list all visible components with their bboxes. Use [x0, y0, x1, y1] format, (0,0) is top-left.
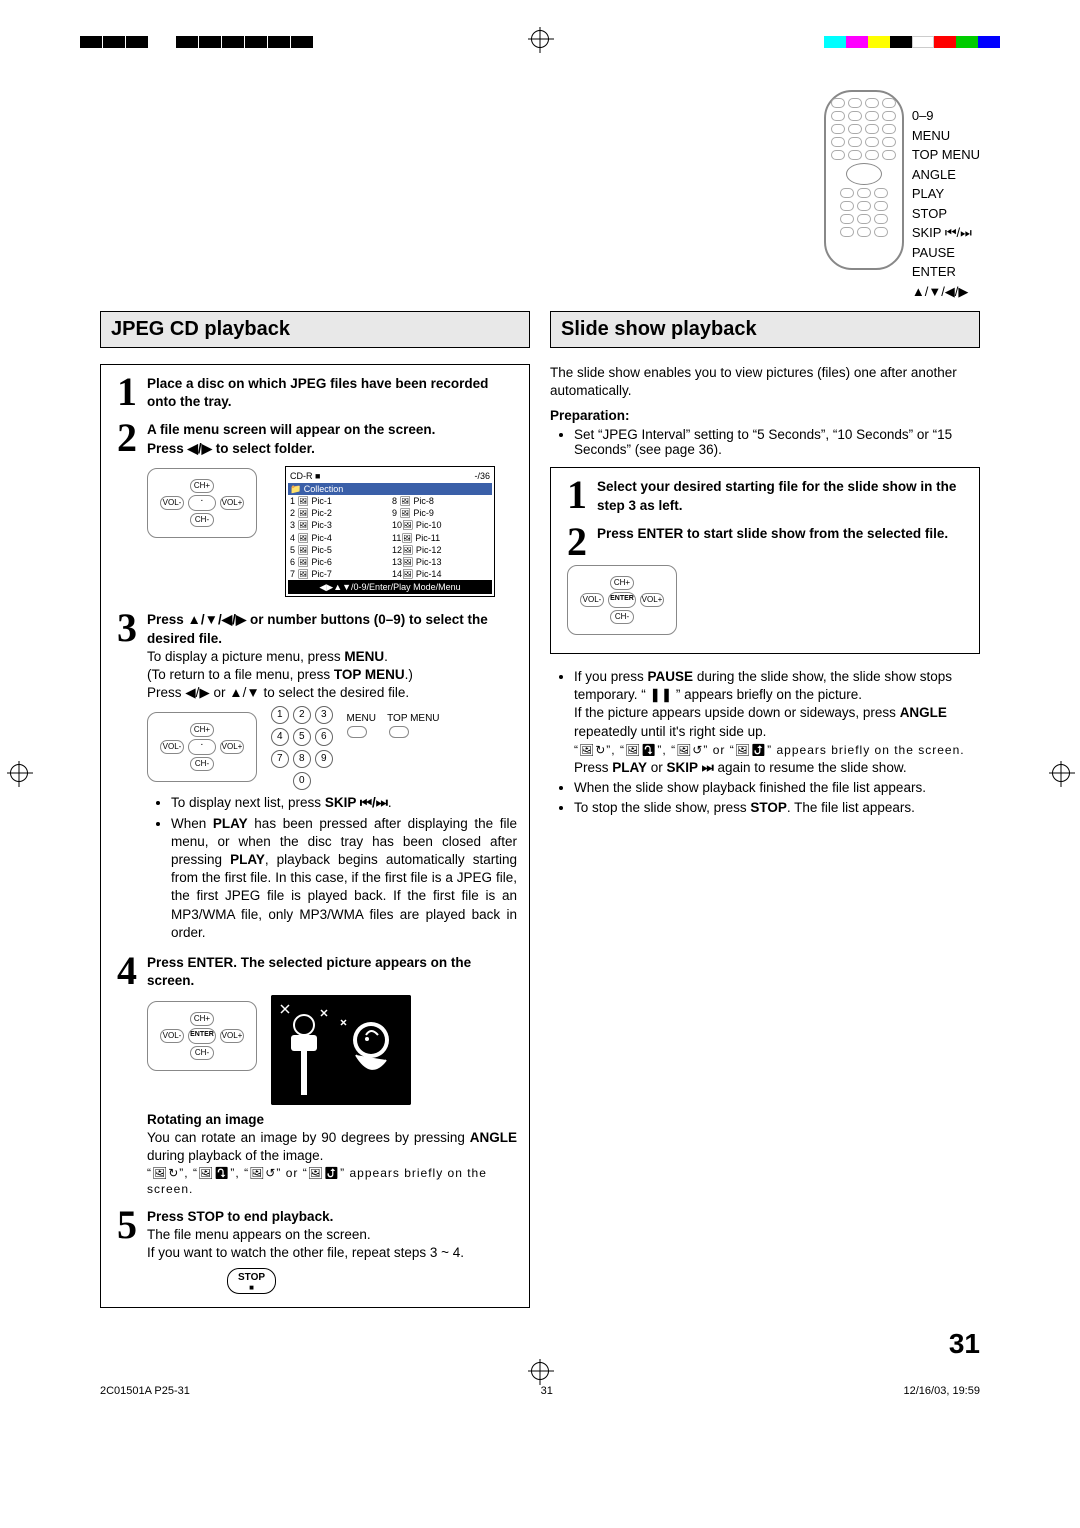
- step1-text: Place a disc on which JPEG files have be…: [147, 375, 517, 411]
- remote-label: TOP MENU: [912, 145, 980, 165]
- rotating-icons: “🖼↻”, “🖼⤵”, “🖼↺” or “🖼⤴” appears briefly…: [147, 1165, 517, 1197]
- preparation-body: Set “JPEG Interval” setting to “5 Second…: [574, 427, 980, 457]
- fm-header-left: CD-R ■: [290, 470, 320, 482]
- fm-footer: ◀▶▲▼/0-9/Enter/Play Mode/Menu: [288, 580, 492, 594]
- jpeg-cd-playback-title: JPEG CD playback: [100, 311, 530, 348]
- step-number-1: 1: [113, 375, 141, 411]
- preparation-head: Preparation:: [550, 408, 980, 423]
- footer-page: 31: [541, 1385, 553, 1397]
- step5-line3: If you want to watch the other file, rep…: [147, 1244, 517, 1262]
- dpad-down: CH-: [190, 513, 214, 527]
- registration-mark-top: [531, 30, 549, 53]
- rotating-body: You can rotate an image by 90 degrees by…: [147, 1129, 517, 1165]
- ss-bullet2: When the slide show playback finished th…: [574, 779, 980, 797]
- step-number-2: 2: [113, 421, 141, 601]
- registration-mark-right: [1052, 764, 1070, 785]
- step3-bullet2: When PLAY has been pressed after display…: [171, 815, 517, 943]
- dpad-diagram: CH+ VOL-·VOL+ CH-: [147, 712, 257, 782]
- file-menu-screenshot: CD-R ■-/36 📁 Collection 1 🖼 Pic-1 2 🖼 Pi…: [285, 466, 495, 597]
- step3-bullet1: To display next list, press SKIP ⏮/⏭.: [171, 794, 517, 812]
- dpad-left: VOL-: [160, 496, 184, 510]
- fm-item: 6 🖼 Pic-6: [288, 556, 390, 568]
- step3-line4: Press ◀/▶ or ▲/▼ to select the desired f…: [147, 684, 517, 702]
- fm-item: 12🖼 Pic-12: [390, 544, 492, 556]
- fm-item: 7 🖼 Pic-7: [288, 568, 390, 580]
- black-density-bars: [80, 36, 314, 48]
- remote-label: SKIP ⏮/⏭: [912, 223, 980, 243]
- step3-line3: (To return to a file menu, press TOP MEN…: [147, 666, 517, 684]
- registration-mark-bottom: [0, 1362, 1080, 1383]
- slideshow-steps-box: 1 Select your desired starting file for …: [550, 467, 980, 653]
- slideshow-playback-title: Slide show playback: [550, 311, 980, 348]
- remote-label: ENTER: [912, 262, 980, 282]
- fm-header-right: -/36: [474, 470, 490, 482]
- menu-button-labels: MENU TOP MENU: [347, 712, 440, 742]
- step-number-1: 1: [563, 478, 591, 514]
- print-footer: 2C01501A P25-31 31 12/16/03, 19:59: [0, 1383, 1080, 1407]
- step2-line2: Press ◀/▶ to select folder.: [147, 440, 517, 458]
- fm-item: 4 🖼 Pic-4: [288, 532, 390, 544]
- step-number-3: 3: [113, 611, 141, 944]
- print-registration-area: [0, 0, 1080, 90]
- remote-outline: [824, 90, 904, 270]
- step5-line1: Press STOP to end playback.: [147, 1208, 517, 1226]
- step3-line1: Press ▲/▼/◀/▶ or number buttons (0–9) to…: [147, 611, 517, 647]
- stop-button-diagram: STOP: [227, 1268, 276, 1294]
- ss-bullet3: To stop the slide show, press STOP. The …: [574, 799, 980, 817]
- fm-item: 14🖼 Pic-14: [390, 568, 492, 580]
- fm-item: 1 🖼 Pic-1: [288, 495, 390, 507]
- jpeg-steps-box: 1 Place a disc on which JPEG files have …: [100, 364, 530, 1308]
- fm-item: 11🖼 Pic-11: [390, 532, 492, 544]
- ss-bullet1: If you press PAUSE during the slide show…: [574, 668, 980, 777]
- remote-label-list: 0–9 MENU TOP MENU ANGLE PLAY STOP SKIP ⏮…: [912, 90, 980, 301]
- step5-line2: The file menu appears on the screen.: [147, 1226, 517, 1244]
- fm-item: 9 🖼 Pic-9: [390, 507, 492, 519]
- ss-step2: Press ENTER to start slide show from the…: [597, 525, 967, 559]
- fm-folder: Collection: [304, 484, 344, 494]
- dpad-center: ·: [188, 495, 216, 511]
- remote-label: STOP: [912, 204, 980, 224]
- step2-line1: A file menu screen will appear on the sc…: [147, 421, 517, 439]
- dpad-up: CH+: [190, 479, 214, 493]
- step-number-4: 4: [113, 954, 141, 1197]
- color-bars: [824, 36, 1000, 48]
- fm-item: 5 🖼 Pic-5: [288, 544, 390, 556]
- remote-label: PAUSE: [912, 243, 980, 263]
- remote-label: 0–9: [912, 106, 980, 126]
- ss-step1: Select your desired starting file for th…: [597, 478, 967, 514]
- slideshow-intro: The slide show enables you to view pictu…: [550, 364, 980, 400]
- remote-label: ANGLE: [912, 165, 980, 185]
- remote-reference: 0–9 MENU TOP MENU ANGLE PLAY STOP SKIP ⏮…: [0, 90, 1080, 311]
- step4-text: Press ENTER. The selected picture appear…: [147, 954, 517, 990]
- step-number-5: 5: [113, 1208, 141, 1295]
- footer-timestamp: 12/16/03, 19:59: [904, 1385, 980, 1397]
- picture-illustration: [271, 995, 411, 1105]
- dpad-diagram: CH+ VOL- · VOL+ CH-: [147, 468, 257, 538]
- remote-label: ▲/▼/◀/▶: [912, 282, 980, 302]
- step-number-2: 2: [563, 525, 591, 559]
- footer-doc-id: 2C01501A P25-31: [100, 1385, 190, 1397]
- rotating-head: Rotating an image: [147, 1111, 517, 1129]
- remote-label: PLAY: [912, 184, 980, 204]
- dpad-diagram-enter: CH+ VOL-ENTERVOL+ CH-: [567, 565, 677, 635]
- step3-line2: To display a picture menu, press MENU.: [147, 648, 517, 666]
- fm-item: 8 🖼 Pic-8: [390, 495, 492, 507]
- dpad-diagram-enter: CH+ VOL-ENTERVOL+ CH-: [147, 1001, 257, 1071]
- fm-item: 13🖼 Pic-13: [390, 556, 492, 568]
- remote-label: MENU: [912, 126, 980, 146]
- fm-item: 2 🖼 Pic-2: [288, 507, 390, 519]
- page-number: 31: [0, 1322, 1080, 1362]
- fm-item: 10🖼 Pic-10: [390, 519, 492, 531]
- registration-mark-left: [10, 764, 28, 785]
- dpad-right: VOL+: [220, 496, 244, 510]
- fm-item: 3 🖼 Pic-3: [288, 519, 390, 531]
- number-buttons-diagram: 123456789 0: [271, 706, 333, 790]
